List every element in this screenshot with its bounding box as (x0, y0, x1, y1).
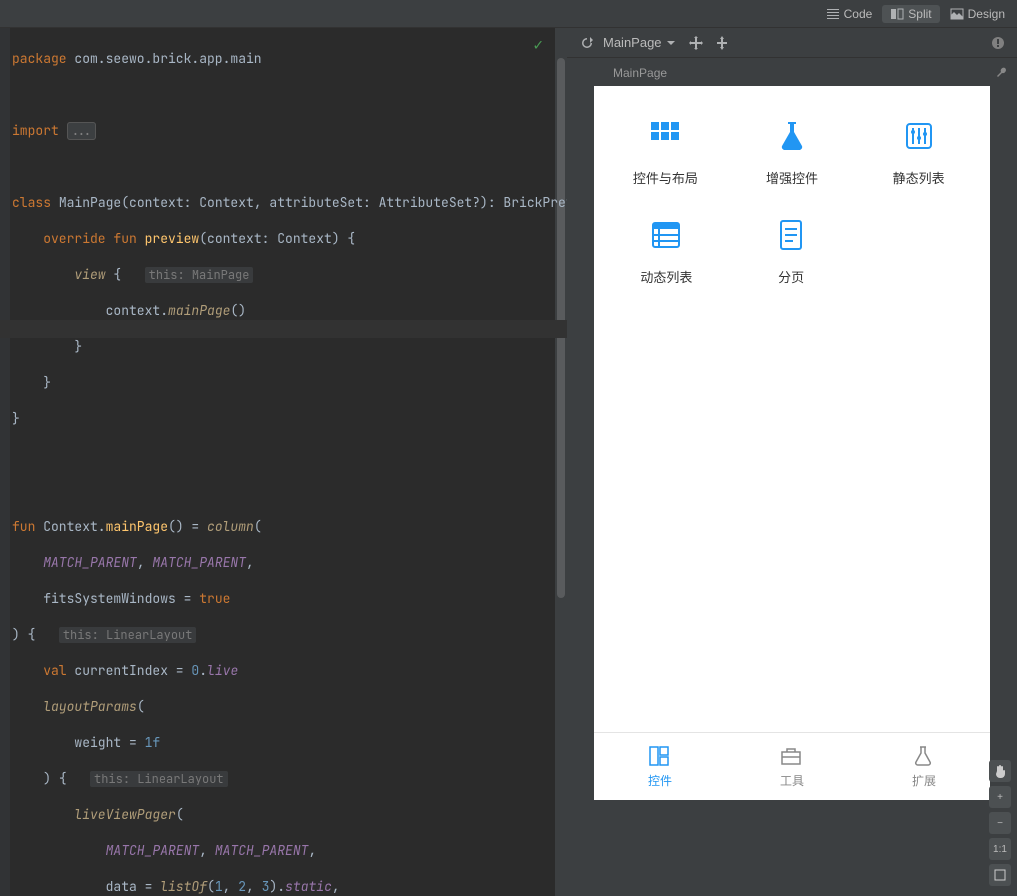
zoom-ratio-button[interactable]: 1:1 (989, 838, 1011, 860)
grid-item-enhanced[interactable]: 增强控件 (729, 112, 854, 187)
chevron-down-icon[interactable] (666, 38, 676, 48)
zoom-in-button[interactable]: + (989, 786, 1011, 808)
zoom-fit-button[interactable] (989, 864, 1011, 886)
document-icon (767, 211, 815, 259)
zoom-out-button[interactable]: − (989, 812, 1011, 834)
preview-label: MainPage (613, 66, 667, 80)
split-view-button[interactable]: Split (882, 5, 939, 23)
flask-outline-icon (911, 744, 937, 770)
flask-icon (768, 112, 816, 160)
split-icon (890, 7, 904, 21)
grid-item-dynamic-list[interactable]: 动态列表 (604, 211, 729, 286)
sliders-icon (895, 112, 943, 160)
tab-util[interactable]: 工具 (726, 733, 858, 800)
warning-icon[interactable] (991, 36, 1005, 50)
list-icon (826, 7, 840, 21)
fit-icon (994, 869, 1006, 881)
grid-item-static-list[interactable]: 静态列表 (856, 112, 981, 187)
preview-label-row: MainPage (567, 58, 1017, 86)
tab-component[interactable]: 控件 (594, 733, 726, 800)
code-editor[interactable]: ✓ package com.seewo.brick.app.main impor… (0, 28, 567, 896)
grid-item-layout[interactable]: 控件与布局 (603, 112, 728, 187)
preview-title: MainPage (603, 35, 662, 50)
toolbox-icon (779, 744, 805, 770)
code-content[interactable]: package com.seewo.brick.app.main import … (0, 28, 567, 896)
hand-icon (993, 764, 1007, 778)
app-content: 控件与布局 增强控件 静态列表 (594, 86, 990, 732)
table-icon (642, 211, 690, 259)
pan-button[interactable] (989, 760, 1011, 782)
device-frame: 控件与布局 增强控件 静态列表 (594, 86, 990, 800)
status-check-icon[interactable]: ✓ (533, 34, 543, 55)
move-icon[interactable] (688, 35, 704, 51)
component-icon (647, 744, 673, 770)
design-view-button[interactable]: Design (942, 5, 1013, 23)
preview-header: MainPage (567, 28, 1017, 58)
grid-item-pager[interactable]: 分页 (729, 211, 854, 286)
move-v-icon[interactable] (714, 35, 730, 51)
grid-icon (641, 112, 689, 160)
view-mode-toolbar: Code Split Design (0, 0, 1017, 28)
app-bottom-tabbar: 控件 工具 扩展 (594, 732, 990, 800)
code-view-button[interactable]: Code (818, 5, 881, 23)
tab-expand[interactable]: 扩展 (858, 733, 990, 800)
refresh-icon[interactable] (579, 35, 595, 51)
image-icon (950, 7, 964, 21)
side-controls: + − 1:1 (989, 760, 1011, 886)
preview-pane: MainPage MainPage 控件与布局 (567, 28, 1017, 896)
main-area: ✓ package com.seewo.brick.app.main impor… (0, 28, 1017, 896)
wrench-icon[interactable] (995, 66, 1009, 80)
